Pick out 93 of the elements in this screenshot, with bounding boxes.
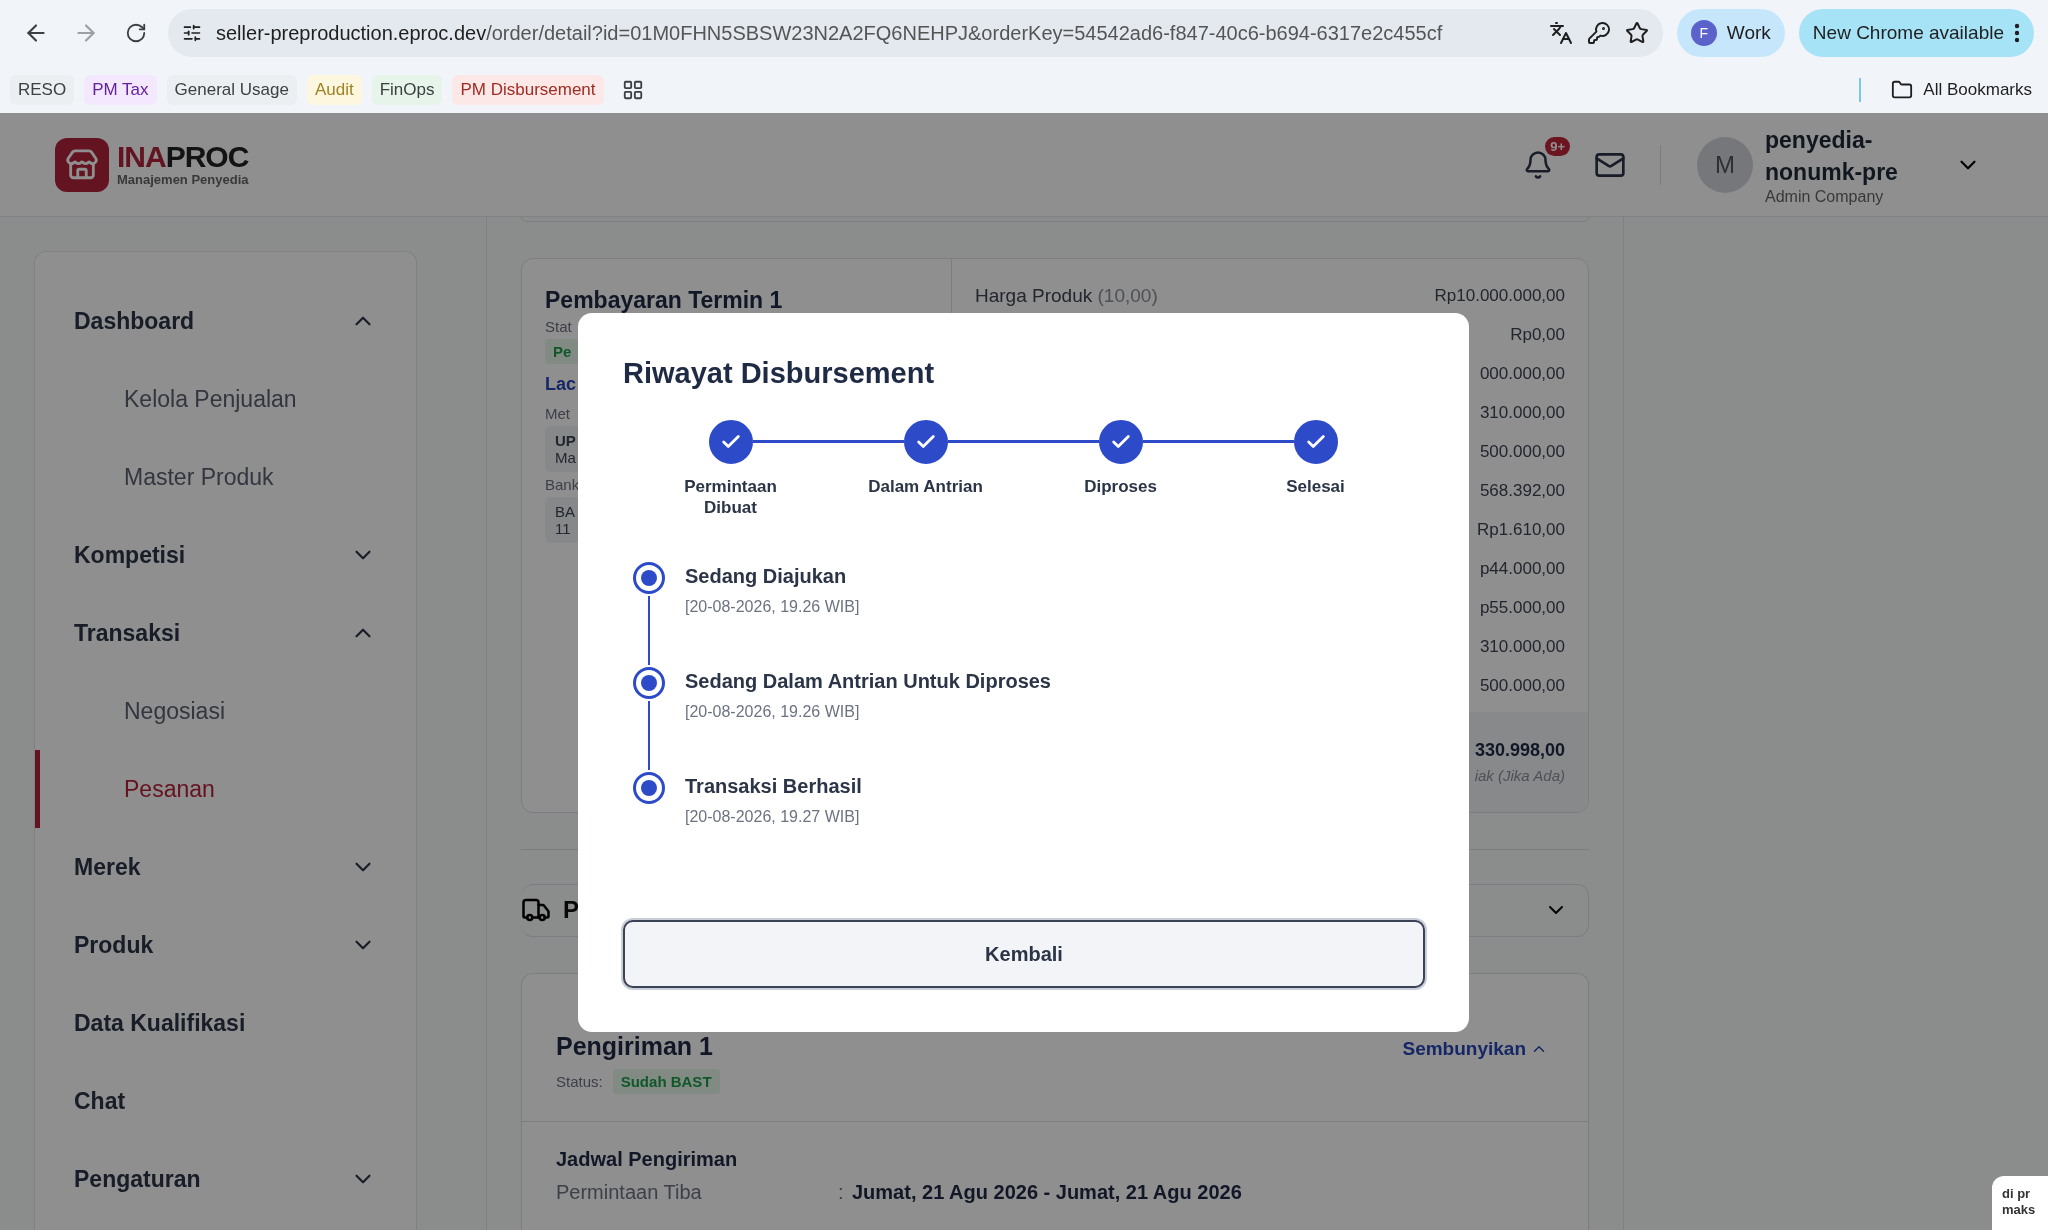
step-label: Permintaan Dibuat xyxy=(683,476,778,518)
profile-avatar: F xyxy=(1690,20,1717,46)
amount-text: Rp10.000.000,00 xyxy=(1434,286,1565,307)
timeline-line xyxy=(648,596,650,665)
chat-widget[interactable]: di pr maks xyxy=(1992,1176,2048,1230)
user-name: penyedia-nonumk-pre xyxy=(1765,125,1899,187)
profile-button[interactable]: F Work xyxy=(1676,9,1785,57)
bookmark-star-icon[interactable] xyxy=(1624,21,1649,45)
amount-text: 568.392,00 xyxy=(1479,481,1565,502)
apps-grid-icon[interactable] xyxy=(621,78,644,101)
step-label: Diproses xyxy=(1083,476,1158,497)
url-text: seller-preproduction.eproc.dev/order/detail?id=01M0FHN5SBSW23N2A2FQ6NEHPJ&orderKey=54542ad6-f847-40c6-b694-6317e2c455cf xyxy=(216,21,1444,45)
sidebar-item[interactable]: Dashboard xyxy=(35,282,416,360)
bookmark-chip[interactable]: General Usage xyxy=(166,74,297,105)
amount-text: Rp1.610,00 xyxy=(1477,520,1565,541)
method-text: Ma xyxy=(555,448,576,466)
sidebar-item[interactable]: Negosiasi xyxy=(35,672,416,750)
timeline-line xyxy=(648,701,650,770)
sidebar-item[interactable]: Chat xyxy=(35,1062,416,1140)
hide-toggle-link[interactable]: Sembunyikan xyxy=(1402,1038,1548,1060)
history-title: Transaksi Berhasil xyxy=(685,775,862,798)
bookmark-chip[interactable]: PM Disbursement xyxy=(452,74,604,105)
address-bar[interactable]: seller-preproduction.eproc.dev/order/detail?id=01M0FHN5SBSW23N2A2FQ6NEHPJ&orderKey=54542ad6-f847-40c6-b694-6317e2c455cf xyxy=(168,9,1663,57)
link-text[interactable]: Lac xyxy=(545,373,577,395)
chat-text: di pr xyxy=(2002,1186,2032,1202)
sidebar-item[interactable]: Pengaturan xyxy=(35,1140,416,1218)
schedule-title: Jadwal Pengiriman xyxy=(556,1148,739,1171)
sidebar-item[interactable]: Produk xyxy=(35,906,416,984)
bookmark-chip[interactable]: PM Tax xyxy=(84,74,157,105)
logo-text: INAPROC xyxy=(117,142,249,172)
amount-text: 310.000,00 xyxy=(1479,403,1565,424)
amount-text: p44.000,00 xyxy=(1479,559,1565,580)
method-text: UP xyxy=(555,431,576,449)
step-label: Selesai xyxy=(1285,476,1346,497)
logo-icon xyxy=(55,137,109,192)
sidebar-item[interactable]: Kelola Penjualan xyxy=(35,360,416,438)
amount-text: 500.000,00 xyxy=(1479,442,1565,463)
section-title: P xyxy=(563,896,579,925)
chat-text: maks xyxy=(2002,1202,2037,1218)
logo-subtitle: Manajemen Penyedia xyxy=(117,172,249,187)
sidebar-item[interactable]: Data Kualifikasi xyxy=(35,984,416,1062)
bell-icon xyxy=(1523,149,1553,180)
history-title: Sedang Diajukan xyxy=(685,565,847,588)
history-time: [20-08-2026, 19.26 WIB] xyxy=(685,598,860,616)
amount-text: 000.000,00 xyxy=(1479,364,1565,385)
sidebar-item[interactable]: Kompetisi xyxy=(35,516,416,594)
bookmark-chip[interactable]: Audit xyxy=(306,74,362,105)
user-avatar: M xyxy=(1697,136,1753,193)
user-role: Admin Company xyxy=(1765,187,1885,206)
translate-icon[interactable] xyxy=(1548,21,1573,45)
modal-title: Riwayat Disbursement xyxy=(623,357,935,390)
row-label: Harga Produk (10,00) xyxy=(975,285,1158,308)
status-label: Stat xyxy=(545,317,572,335)
key-icon[interactable] xyxy=(1586,21,1611,45)
site-settings-icon[interactable] xyxy=(182,23,202,43)
field-separator: : xyxy=(838,1181,845,1204)
sidebar-item[interactable]: Master Produk xyxy=(35,438,416,516)
bank-label: Bank xyxy=(545,475,580,493)
sidebar-item[interactable]: Pesanan xyxy=(35,750,416,828)
field-label: Permintaan Tiba xyxy=(556,1181,703,1204)
timeline-marker xyxy=(633,562,665,594)
payment-title: Pembayaran Termin 1 xyxy=(545,286,783,314)
amount-text: p55.000,00 xyxy=(1479,598,1565,619)
step-label: Dalam Antrian xyxy=(867,476,984,497)
total-amount: 330.998,00 xyxy=(1474,739,1565,761)
notification-badge: 9+ xyxy=(1545,136,1570,156)
bank-text: BA xyxy=(555,502,575,520)
history-title: Sedang Dalam Antrian Untuk Diproses xyxy=(685,670,1051,693)
method-label: Met xyxy=(545,404,570,422)
timeline-marker xyxy=(633,772,665,804)
all-bookmarks-button[interactable]: All Bookmarks xyxy=(1885,77,2038,102)
amount-text: Rp0,00 xyxy=(1510,325,1565,346)
folder-icon xyxy=(1891,78,1914,101)
update-button[interactable]: New Chrome available xyxy=(1798,9,2034,57)
status-badge: Sudah BAST xyxy=(612,1069,720,1094)
bookmark-chip[interactable]: RESO xyxy=(10,74,75,105)
status-badge: Pe xyxy=(545,338,580,364)
bank-text: 11 xyxy=(555,519,571,537)
timeline-marker xyxy=(633,667,665,699)
back-button[interactable]: Kembali xyxy=(623,920,1425,988)
bookmark-chip[interactable]: FinOps xyxy=(371,74,443,105)
more-icon xyxy=(2014,23,2020,43)
shipment-title: Pengiriman 1 xyxy=(556,1032,714,1061)
total-note: iak (Jika Ada) xyxy=(1474,766,1565,784)
history-time: [20-08-2026, 19.27 WIB] xyxy=(685,808,860,826)
field-value: Jumat, 21 Agu 2026 - Jumat, 21 Agu 2026 xyxy=(852,1181,1243,1204)
status-label: Status: xyxy=(556,1073,603,1090)
amount-text: 310.000,00 xyxy=(1479,637,1565,658)
history-time: [20-08-2026, 19.26 WIB] xyxy=(685,703,860,721)
amount-text: 500.000,00 xyxy=(1479,676,1565,697)
reload-icon xyxy=(125,22,147,44)
sidebar-item[interactable]: Merek xyxy=(35,828,416,906)
sidebar-item[interactable]: Transaksi xyxy=(35,594,416,672)
